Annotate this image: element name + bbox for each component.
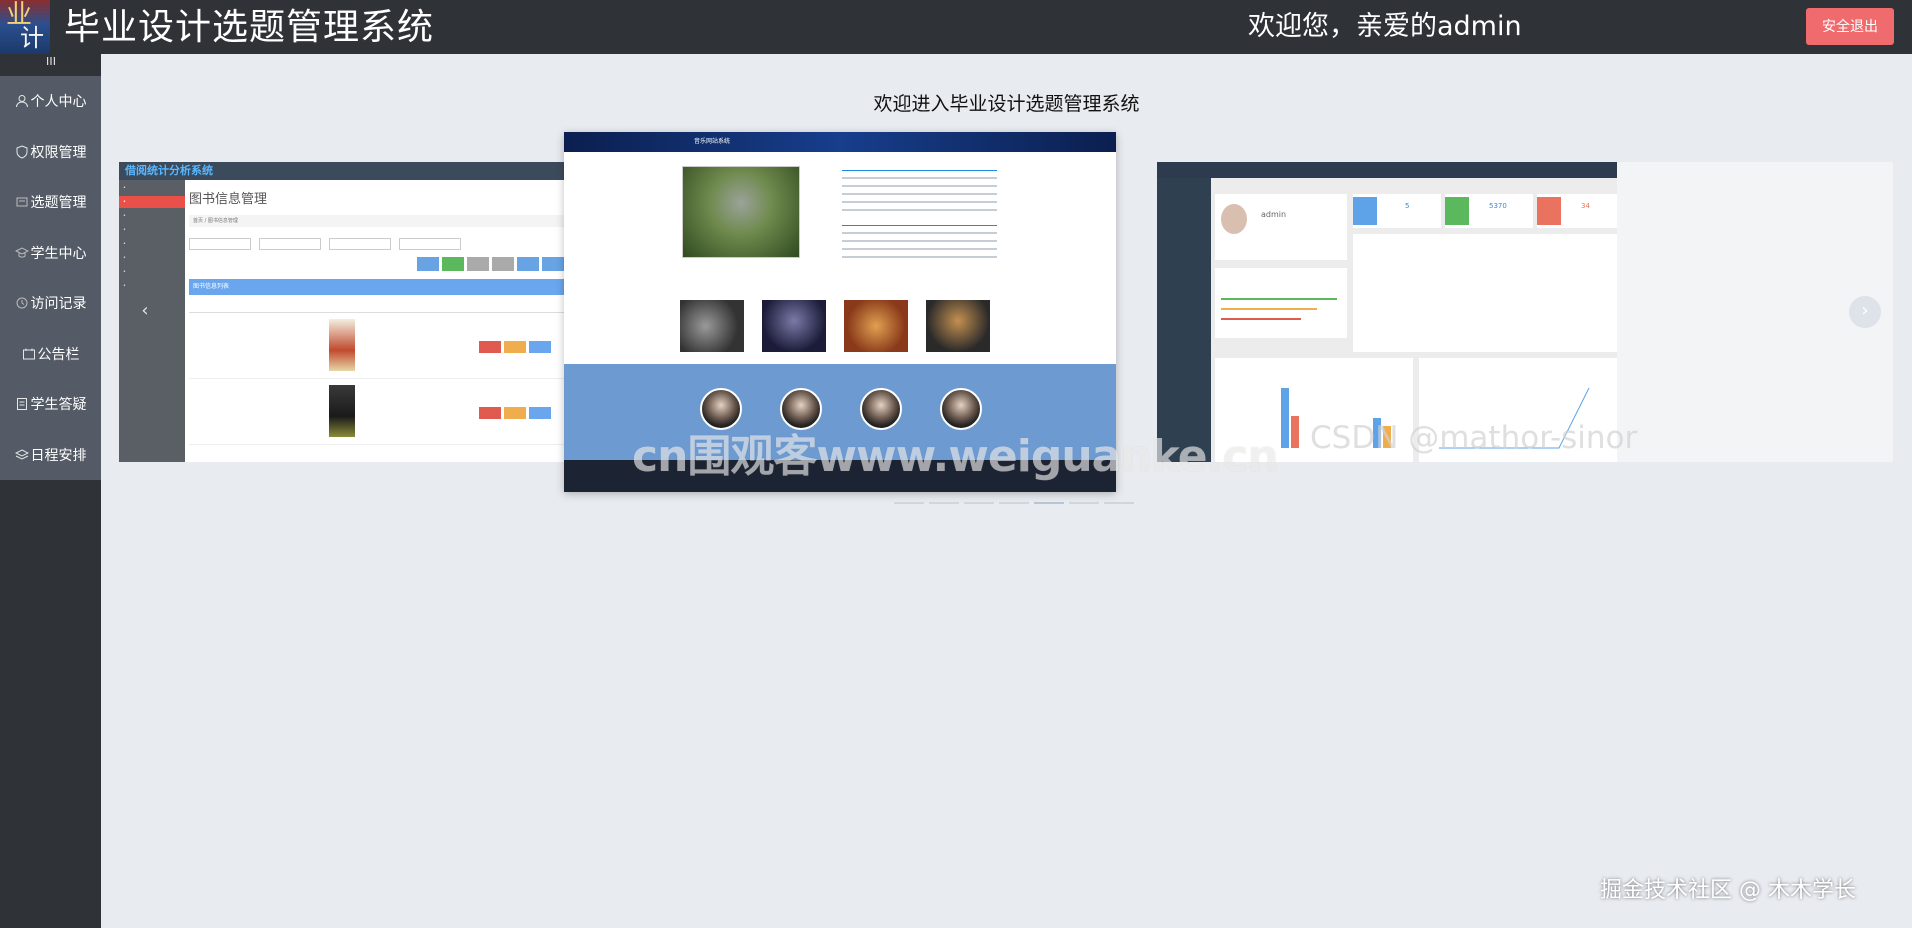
progress-card [1215,268,1347,338]
sidebar-item-label: 学生中心 [30,245,87,262]
detail-button-mock [529,407,551,419]
user-icon [15,94,29,108]
page-title: 欢迎进入毕业设计选题管理系统 [873,93,1140,115]
logo: 业 计 [0,0,50,54]
logo-char-2: 计 [20,24,44,52]
sidebar: 个人中心 权限管理 选题管理 学生中心 访问记录 公告栏 学生答疑 日程安排 [0,54,101,928]
watermark-juejin: 掘金技术社区 @ 木木学长 [1600,878,1856,903]
sidebar-item-student-center[interactable]: 学生中心 [0,228,101,279]
sidebar-item-label: 访问记录 [30,296,87,313]
sidebar-item-personal-center[interactable]: 个人中心 [0,76,101,127]
edit-button-mock [504,407,526,419]
slide-table-row [189,313,564,379]
app-title: 毕业设计选题管理系统 [64,7,435,48]
avatar [1221,204,1247,234]
welcome-message: 欢迎您，亲爱的admin [1248,11,1522,42]
shield-icon [15,145,29,159]
chevron-right-icon[interactable]: › [1849,296,1881,328]
chevron-left-icon[interactable]: ‹ [129,296,161,328]
slide-search-form [189,237,564,251]
carousel-indicator-active[interactable] [1034,502,1064,504]
sidebar-item-label: 公告栏 [37,346,80,363]
slide-buttons [189,257,564,271]
carousel-indicator[interactable] [1069,502,1099,504]
delete-button-mock [479,341,501,353]
main-content: 欢迎进入毕业设计选题管理系统 借阅统计分析系统 • • • • • • • • … [101,54,1912,928]
watermark-weiguanke: cn围观客www.weiguanke.cn [632,431,1279,482]
schedule-icon [14,448,29,462]
sidebar-item-permissions[interactable]: 权限管理 [0,127,101,178]
album-list [680,300,990,352]
stat-card: 34 [1537,194,1617,228]
sidebar-menu: 个人中心 权限管理 选题管理 学生中心 访问记录 公告栏 学生答疑 日程安排 [0,76,101,480]
band-photo [682,166,800,258]
stat-card: 5 [1353,194,1441,228]
slide-title: 借阅统计分析系统 [119,162,564,180]
slide-content: 图书信息管理 首页 / 图书信息管理 图书信息列表 [189,180,564,462]
slide-table-header [189,295,564,313]
carousel-indicator[interactable] [894,502,924,504]
topic-icon [15,195,29,209]
profile-card: admin [1215,194,1347,260]
qa-icon [15,397,29,411]
sidebar-item-label: 个人中心 [30,94,87,111]
sidebar-item-topics[interactable]: 选题管理 [0,177,101,228]
hamburger-icon[interactable] [0,54,101,76]
news-list [842,164,997,258]
notice-icon [22,347,36,361]
carousel-slide-right[interactable]: admin 5 5370 34 [1157,162,1893,462]
watermark-csdn: CSDN @mathor-sinor [1310,420,1638,456]
sidebar-item-access-log[interactable]: 访问记录 [0,278,101,329]
carousel-slide-left[interactable]: 借阅统计分析系统 • • • • • • • • 图书信息管理 首页 / 图书信… [119,162,564,462]
stat-card: 5370 [1445,194,1533,228]
slide-topbar [1157,162,1617,178]
slide-navbar: 音乐网站系统 [564,132,1116,152]
sidebar-item-label: 学生答疑 [30,397,87,414]
slide-table-bar: 图书信息列表 [189,279,564,295]
carousel-indicator[interactable] [1104,502,1134,504]
detail-button-mock [529,341,551,353]
carousel-indicator[interactable] [964,502,994,504]
book-cover [329,319,355,371]
top-header: 业 计 毕业设计选题管理系统 欢迎您，亲爱的admin 安全退出 [0,0,1912,54]
sidebar-item-notice-board[interactable]: 公告栏 [0,329,101,380]
sidebar-item-student-qa[interactable]: 学生答疑 [0,379,101,430]
student-icon [14,246,29,260]
edit-button-mock [504,341,526,353]
slide-table-row [189,379,564,445]
slide-page-heading: 图书信息管理 [189,192,268,207]
carousel-indicators [894,502,1134,504]
username-label: admin [1261,210,1287,219]
history-icon [15,296,29,310]
slide-content [564,152,1116,372]
delete-button-mock [479,407,501,419]
sidebar-item-schedule[interactable]: 日程安排 [0,430,101,481]
book-cover [329,385,355,437]
sidebar-item-label: 日程安排 [30,447,87,464]
slide-breadcrumb: 首页 / 图书信息管理 [189,215,564,227]
sidebar-item-label: 选题管理 [30,195,87,212]
carousel-indicator[interactable] [929,502,959,504]
sidebar-item-label: 权限管理 [30,144,87,161]
carousel-indicator[interactable] [999,502,1029,504]
logout-button[interactable]: 安全退出 [1806,8,1894,45]
activity-card [1353,234,1617,352]
slide-title: 音乐网站系统 [694,138,731,145]
